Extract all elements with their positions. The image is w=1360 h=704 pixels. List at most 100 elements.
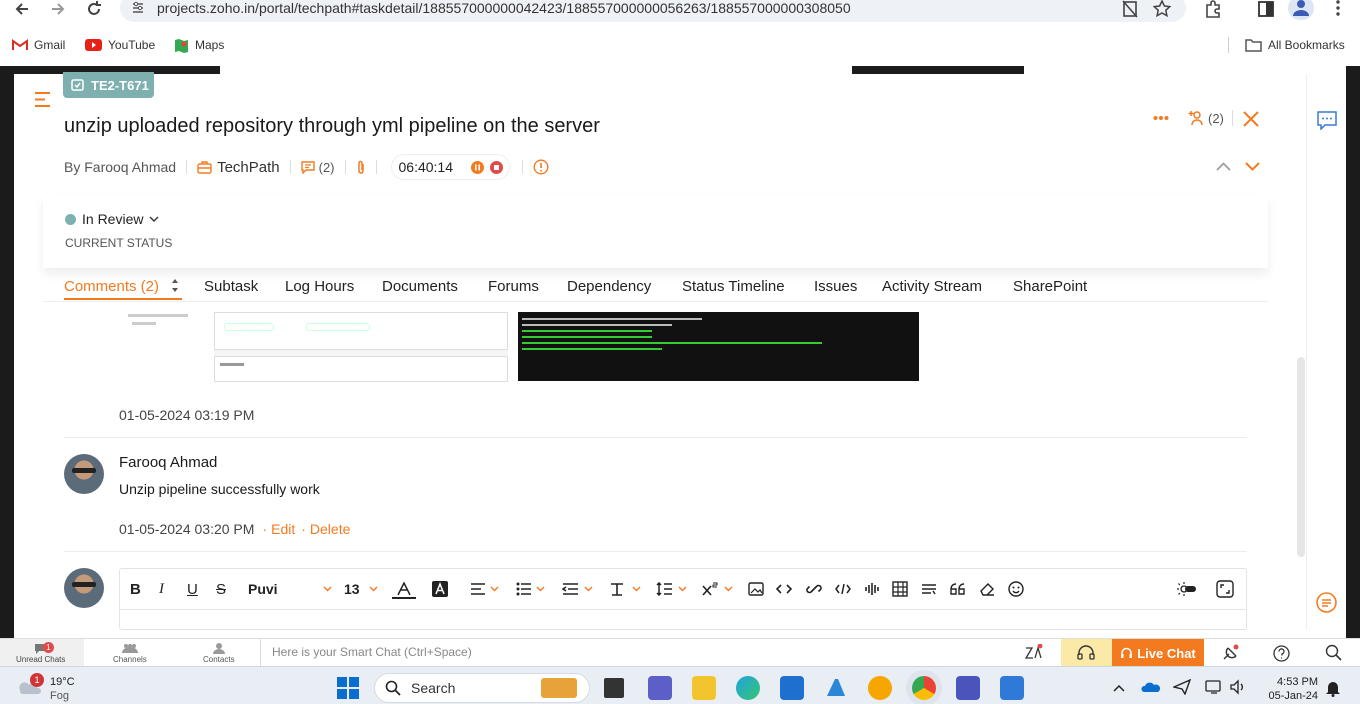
back-icon[interactable] [13, 0, 31, 18]
contacts-button[interactable]: Contacts [176, 639, 260, 667]
site-info-icon[interactable] [130, 0, 146, 16]
attachment-image[interactable] [518, 312, 919, 381]
previous-task-icon[interactable] [1216, 162, 1231, 171]
highlight-color-icon[interactable] [432, 579, 448, 599]
bold-icon[interactable]: B [130, 579, 141, 599]
attachment-icon[interactable] [356, 160, 366, 175]
support-button[interactable] [1061, 639, 1112, 667]
profile-avatar[interactable] [1288, 0, 1314, 20]
tab-forums[interactable]: Forums [488, 278, 539, 295]
whats-new-icon[interactable] [1222, 644, 1240, 661]
theme-toggle-icon[interactable] [1176, 579, 1196, 599]
clear-format-icon[interactable] [610, 579, 642, 599]
strikethrough-icon[interactable]: S [216, 579, 226, 599]
underline-icon[interactable]: U [187, 579, 198, 599]
link-icon[interactable] [806, 579, 822, 599]
comment-editor[interactable]: B I U S Puvi 13 [119, 568, 1247, 630]
text-color-icon[interactable] [392, 579, 416, 599]
chrome-icon[interactable] [912, 676, 936, 700]
strike-format-icon[interactable] [921, 579, 937, 599]
list-icon[interactable] [516, 579, 546, 599]
extensions-icon[interactable] [1204, 0, 1222, 18]
unread-chats-button[interactable]: 1 Unread Chats [0, 639, 84, 667]
insert-image-icon[interactable] [748, 579, 764, 599]
superscript-icon[interactable] [702, 579, 734, 599]
bookmark-maps[interactable]: Maps [174, 38, 224, 53]
bookmark-gmail[interactable]: Gmail [12, 38, 65, 52]
no-tracking-icon[interactable] [1121, 0, 1139, 18]
project-link[interactable]: TechPath [197, 159, 280, 176]
emoji-icon[interactable] [1008, 579, 1024, 599]
tab-dependency[interactable]: Dependency [567, 278, 651, 295]
font-family-select[interactable]: Puvi [248, 579, 332, 599]
comment-author[interactable]: Farooq Ahmad [119, 454, 217, 471]
reload-icon[interactable] [85, 0, 103, 18]
azure-icon[interactable] [824, 676, 848, 700]
channels-button[interactable]: Channels [84, 639, 176, 667]
delete-comment-link[interactable]: Delete [310, 521, 350, 537]
zia-icon[interactable] [1025, 644, 1043, 660]
tab-issues[interactable]: Issues [814, 278, 857, 295]
eraser-icon[interactable] [979, 579, 995, 599]
vpn-icon[interactable] [868, 676, 892, 700]
url-text[interactable]: projects.zoho.in/portal/techpath#taskdet… [157, 0, 851, 17]
followers-button[interactable]: (2) [1188, 110, 1224, 126]
notifications-icon[interactable] [1325, 679, 1341, 697]
table-icon[interactable] [892, 579, 908, 599]
code-block-icon[interactable] [835, 579, 851, 599]
next-task-icon[interactable] [1245, 162, 1260, 171]
sort-icon[interactable] [171, 278, 179, 293]
activity-feed-icon[interactable] [1316, 592, 1337, 613]
notepad-icon[interactable] [1000, 676, 1024, 700]
line-height-icon[interactable] [656, 579, 688, 599]
tab-log-hours[interactable]: Log Hours [285, 278, 354, 295]
browser-menu-icon[interactable] [1329, 0, 1347, 18]
windows-start-icon[interactable] [337, 677, 359, 699]
tab-status-timeline[interactable]: Status Timeline [682, 278, 785, 295]
bookmark-star-icon[interactable] [1153, 0, 1171, 18]
all-bookmarks[interactable]: All Bookmarks [1245, 38, 1345, 52]
search-icon[interactable] [1325, 644, 1342, 661]
forward-icon[interactable] [49, 0, 67, 18]
tab-documents[interactable]: Documents [382, 278, 458, 295]
fullscreen-icon[interactable] [1216, 579, 1234, 599]
weather-widget[interactable]: 1 19°C Fog [14, 671, 84, 702]
font-size-select[interactable]: 13 [344, 579, 378, 599]
hamburger-menu-icon[interactable] [34, 92, 51, 107]
show-hidden-icons[interactable] [1113, 684, 1125, 692]
onedrive-icon[interactable] [1141, 681, 1161, 693]
quote-icon[interactable] [950, 579, 966, 599]
attachment-image[interactable] [120, 312, 508, 382]
info-icon[interactable] [533, 159, 549, 175]
clock[interactable]: 4:53 PM 05-Jan-24 [1262, 675, 1318, 703]
teams-new-icon[interactable] [956, 676, 980, 700]
indent-icon[interactable] [562, 579, 594, 599]
edge-icon[interactable] [736, 676, 760, 700]
live-chat-button[interactable]: Live Chat [1112, 639, 1204, 667]
side-panel-icon[interactable] [1257, 0, 1275, 18]
file-explorer-icon[interactable] [692, 676, 716, 700]
feedback-icon[interactable] [1317, 111, 1337, 130]
send-icon[interactable] [1173, 679, 1191, 695]
smart-chat-input[interactable]: Here is your Smart Chat (Ctrl+Space) [260, 639, 1020, 667]
task-title[interactable]: unzip uploaded repository through yml pi… [64, 115, 600, 138]
task-author[interactable]: By Farooq Ahmad [64, 159, 176, 175]
edit-comment-link[interactable]: Edit [271, 521, 295, 537]
help-icon[interactable] [1273, 645, 1290, 662]
store-icon[interactable] [780, 676, 804, 700]
tab-comments[interactable]: Comments (2) [64, 278, 159, 295]
italic-icon[interactable]: I [159, 579, 164, 599]
teams-chat-icon[interactable] [648, 676, 672, 700]
avatar[interactable] [64, 454, 104, 494]
more-options-icon[interactable] [1153, 115, 1169, 121]
align-icon[interactable] [470, 579, 500, 599]
tab-subtask[interactable]: Subtask [204, 278, 258, 295]
stop-timer-icon[interactable] [490, 160, 503, 174]
audio-icon[interactable] [864, 579, 880, 599]
pause-timer-icon[interactable] [471, 160, 484, 174]
comments-count-button[interactable]: (2) [300, 160, 335, 175]
bookmark-youtube[interactable]: YouTube [85, 38, 155, 52]
tab-sharepoint[interactable]: SharePoint [1013, 278, 1087, 295]
close-icon[interactable] [1243, 111, 1259, 127]
scrollbar-thumb[interactable] [1297, 357, 1305, 557]
